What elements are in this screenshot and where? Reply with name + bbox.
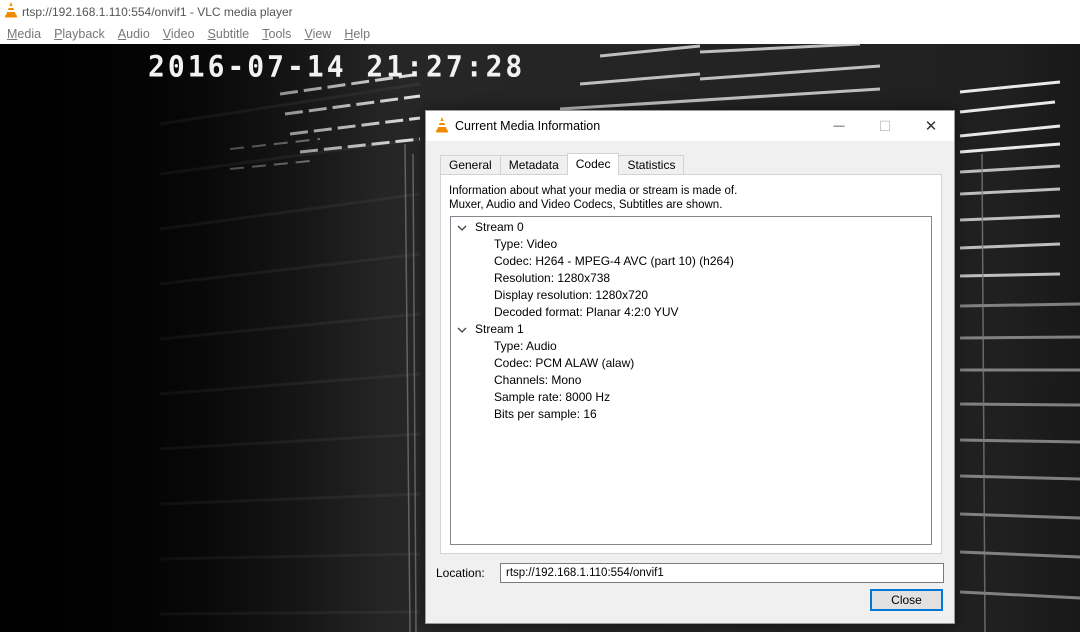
location-row: Location:: [436, 562, 944, 584]
menu-view[interactable]: View: [299, 27, 339, 41]
tree-property[interactable]: Bits per sample: 16: [451, 406, 931, 423]
close-window-button[interactable]: ✕: [908, 111, 954, 141]
vlc-cone-icon: [4, 2, 18, 21]
menu-media[interactable]: Media: [2, 27, 49, 41]
vlc-cone-icon: [435, 116, 449, 136]
tree-property[interactable]: Type: Audio: [451, 338, 931, 355]
menu-playback[interactable]: Playback: [49, 27, 113, 41]
tree-property[interactable]: Resolution: 1280x738: [451, 270, 931, 287]
chevron-down-icon[interactable]: [455, 219, 469, 236]
close-icon: ✕: [924, 118, 938, 135]
tree-property[interactable]: Decoded format: Planar 4:2:0 YUV: [451, 304, 931, 321]
codec-info-text: Information about what your media or str…: [449, 185, 738, 211]
chevron-down-icon[interactable]: [455, 321, 469, 338]
tree-property[interactable]: Display resolution: 1280x720: [451, 287, 931, 304]
close-button[interactable]: Close: [870, 589, 943, 611]
tree-property[interactable]: Codec: H264 - MPEG-4 AVC (part 10) (h264…: [451, 253, 931, 270]
codec-tree[interactable]: Stream 0 Type: Video Codec: H264 - MPEG-…: [450, 216, 932, 545]
menu-video[interactable]: Video: [158, 27, 203, 41]
tab-metadata[interactable]: Metadata: [499, 155, 568, 175]
tree-property[interactable]: Channels: Mono: [451, 372, 931, 389]
location-field[interactable]: [500, 563, 944, 583]
location-label: Location:: [436, 566, 485, 580]
tree-stream-1[interactable]: Stream 1: [451, 321, 931, 338]
minimize-button[interactable]: —: [816, 111, 862, 141]
tab-codec[interactable]: Codec: [566, 153, 620, 175]
menubar: Media Playback Audio Video Subtitle Tool…: [0, 23, 1080, 44]
minimize-icon: —: [833, 120, 845, 132]
dialog-title: Current Media Information: [455, 119, 601, 133]
maximize-button[interactable]: ☐: [862, 111, 908, 141]
maximize-icon: ☐: [878, 117, 892, 134]
dialog-titlebar[interactable]: Current Media Information — ☐ ✕: [426, 111, 954, 141]
main-titlebar: rtsp://192.168.1.110:554/onvif1 - VLC me…: [0, 0, 1080, 23]
media-info-dialog: Current Media Information — ☐ ✕ General …: [425, 110, 955, 624]
menu-help[interactable]: Help: [339, 27, 378, 41]
tree-property[interactable]: Type: Video: [451, 236, 931, 253]
menu-subtitle[interactable]: Subtitle: [203, 27, 258, 41]
tree-property[interactable]: Sample rate: 8000 Hz: [451, 389, 931, 406]
tab-general[interactable]: General: [440, 155, 501, 175]
menu-audio[interactable]: Audio: [113, 27, 158, 41]
tab-statistics[interactable]: Statistics: [618, 155, 685, 175]
tree-property[interactable]: Codec: PCM ALAW (alaw): [451, 355, 931, 372]
osd-timestamp: 2016-07-14 21:27:28: [148, 49, 526, 84]
codec-panel: Information about what your media or str…: [440, 174, 942, 554]
tab-bar: General Metadata Codec Statistics: [440, 153, 685, 175]
tree-stream-0[interactable]: Stream 0: [451, 219, 931, 236]
window-title: rtsp://192.168.1.110:554/onvif1 - VLC me…: [22, 4, 293, 19]
menu-tools[interactable]: Tools: [257, 27, 299, 41]
